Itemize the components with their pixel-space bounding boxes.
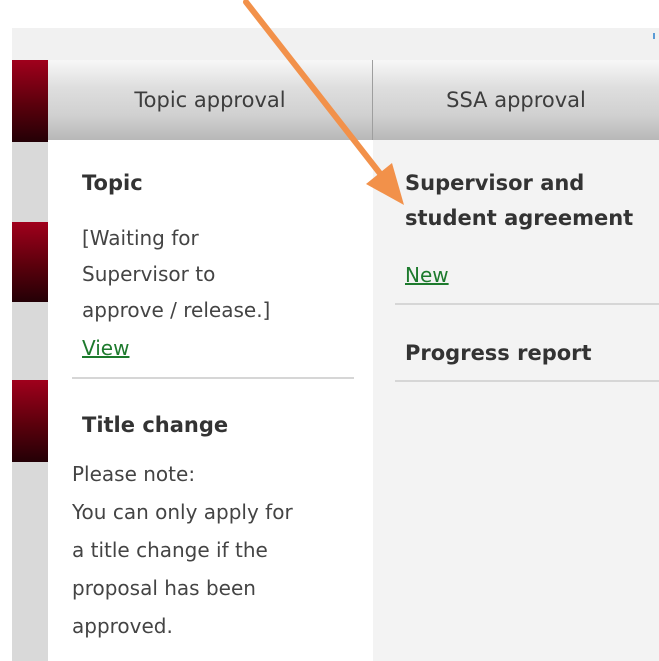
tab-ssa-approval[interactable]: SSA approval xyxy=(373,60,659,140)
section-divider xyxy=(395,380,659,382)
title-change-note-line: a title change if the xyxy=(72,538,268,562)
topic-status-line: [Waiting for xyxy=(82,226,199,250)
accent-block xyxy=(12,60,48,142)
topic-heading: Topic xyxy=(82,171,143,195)
agreement-heading-line: Supervisor and xyxy=(405,171,585,195)
top-strip xyxy=(12,28,659,60)
title-change-note-line: proposal has been xyxy=(72,576,256,600)
left-gutter xyxy=(12,60,48,661)
section-divider xyxy=(72,377,354,379)
tab-topic-approval[interactable]: Topic approval xyxy=(48,60,372,140)
title-change-note-line: approved. xyxy=(72,614,173,638)
progress-report-heading: Progress report xyxy=(405,341,592,365)
view-topic-link[interactable]: View xyxy=(82,334,129,362)
title-change-note-line: Please note: xyxy=(72,462,196,486)
title-change-note-line: You can only apply for xyxy=(72,500,293,524)
topic-status-line: approve / release.] xyxy=(82,298,271,322)
accent-block xyxy=(12,222,48,302)
new-agreement-link[interactable]: New xyxy=(405,261,449,289)
agreement-heading-line: student agreement xyxy=(405,206,634,230)
section-divider xyxy=(395,303,659,305)
topic-status-line: Supervisor to xyxy=(82,262,216,286)
top-strip-mark xyxy=(653,33,655,39)
accent-block xyxy=(12,380,48,462)
title-change-heading: Title change xyxy=(82,413,229,437)
